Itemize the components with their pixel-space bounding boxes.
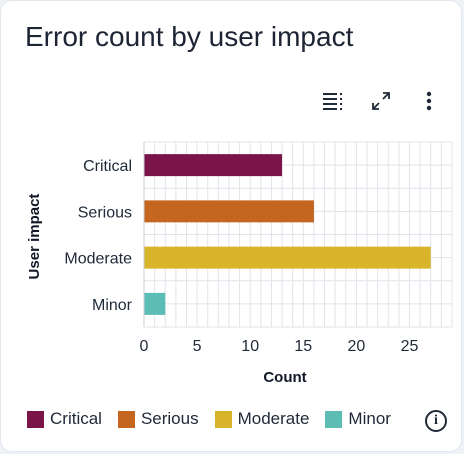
category-label: Moderate bbox=[64, 251, 132, 268]
category-label: Minor bbox=[92, 297, 133, 314]
bar-serious bbox=[144, 200, 314, 223]
legend-swatch bbox=[117, 410, 135, 428]
legend-item-moderate[interactable]: Moderate bbox=[214, 409, 310, 429]
x-tick-label: 25 bbox=[401, 338, 419, 355]
legend-swatch bbox=[325, 410, 343, 428]
x-axis-title: Count bbox=[263, 369, 306, 386]
legend-swatch bbox=[214, 410, 232, 428]
legend-swatch bbox=[27, 410, 44, 428]
category-label: Serious bbox=[78, 204, 132, 221]
legend-item-minor[interactable]: Minor bbox=[325, 409, 391, 429]
bar-critical bbox=[144, 154, 283, 177]
x-tick-label: 15 bbox=[294, 338, 312, 355]
x-tick-label: 0 bbox=[140, 338, 149, 355]
info-circle-icon: i bbox=[434, 413, 438, 428]
legend-label: Minor bbox=[348, 409, 391, 428]
legend-label: Serious bbox=[140, 409, 199, 428]
legend-item-critical[interactable]: Critical bbox=[27, 409, 102, 429]
x-tick-label: 20 bbox=[348, 338, 366, 355]
bar-moderate bbox=[144, 246, 431, 269]
chart-legend: Critical Serious Moderate Minor bbox=[27, 409, 407, 429]
info-button[interactable]: i bbox=[425, 410, 447, 432]
y-axis-title: User impact bbox=[26, 194, 43, 280]
legend-label: Critical bbox=[50, 409, 102, 428]
chart-card: Error count by user impact Critical Seri… bbox=[0, 0, 462, 452]
x-tick-label: 10 bbox=[241, 338, 259, 355]
x-tick-label: 5 bbox=[193, 338, 202, 355]
legend-item-serious[interactable]: Serious bbox=[117, 409, 199, 429]
legend-label: Moderate bbox=[237, 409, 310, 428]
category-label: Critical bbox=[83, 158, 132, 175]
bar-minor bbox=[144, 292, 166, 315]
bar-chart: Critical Serious Moderate Minor 0 5 10 15 20 25 Co… bbox=[26, 141, 453, 386]
